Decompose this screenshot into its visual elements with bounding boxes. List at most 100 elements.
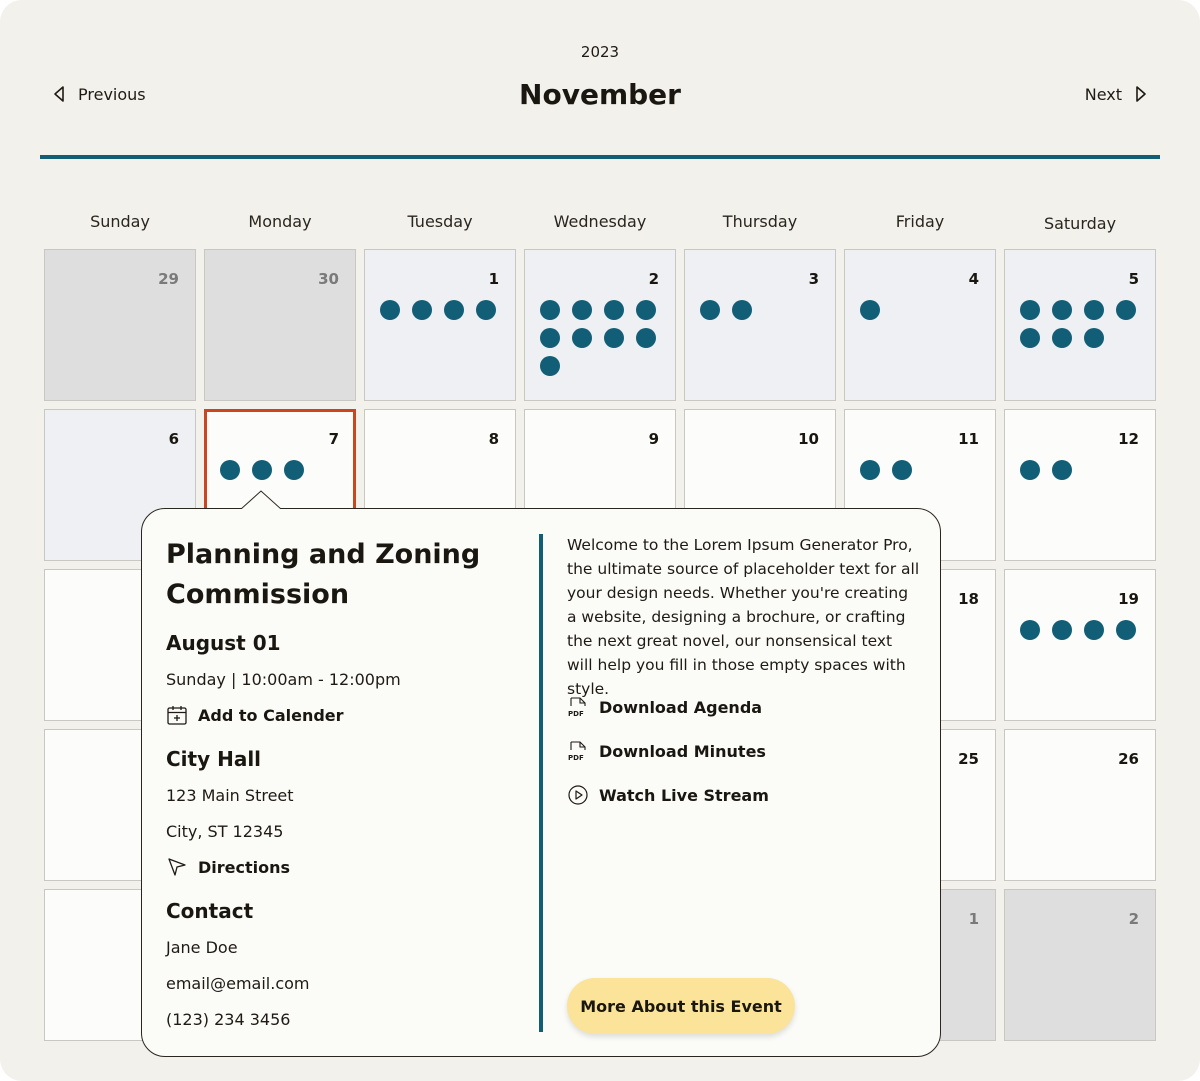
day-cell[interactable]: 3 — [684, 249, 836, 401]
day-number: 7 — [328, 430, 339, 448]
event-dot[interactable] — [220, 460, 240, 480]
event-dot[interactable] — [1084, 328, 1104, 348]
event-dot[interactable] — [700, 300, 720, 320]
day-cell[interactable]: 12 — [1004, 409, 1156, 561]
day-cell[interactable]: 19 — [1004, 569, 1156, 721]
contact-name: Jane Doe — [166, 938, 238, 957]
day-cell[interactable]: 2 — [1004, 889, 1156, 1041]
event-dot[interactable] — [572, 328, 592, 348]
directions-link[interactable]: Directions — [166, 856, 290, 878]
event-dot[interactable] — [284, 460, 304, 480]
event-dot[interactable] — [1052, 300, 1072, 320]
event-dots — [540, 300, 670, 376]
add-to-calendar-label: Add to Calender — [198, 705, 344, 725]
event-dot[interactable] — [636, 328, 656, 348]
day-number: 19 — [1118, 590, 1139, 608]
event-dot[interactable] — [860, 300, 880, 320]
download-agenda-link[interactable]: PDF Download Agenda — [567, 696, 762, 718]
event-dots — [1020, 300, 1150, 348]
event-title: Planning and Zoning Commission — [166, 539, 481, 610]
chevron-left-icon — [54, 86, 64, 102]
event-dot[interactable] — [1084, 620, 1104, 640]
event-dot[interactable] — [540, 328, 560, 348]
event-dot[interactable] — [1052, 460, 1072, 480]
event-dot[interactable] — [1020, 300, 1040, 320]
next-month-button[interactable]: Next — [1085, 83, 1148, 105]
contact-email: email@email.com — [166, 974, 310, 993]
event-date: August 01 — [166, 631, 281, 655]
day-number: 18 — [958, 590, 979, 608]
event-dot[interactable] — [380, 300, 400, 320]
pdf-file-icon: PDF — [568, 697, 586, 718]
event-dot[interactable] — [1052, 620, 1072, 640]
event-dot[interactable] — [252, 460, 272, 480]
event-dot[interactable] — [636, 300, 656, 320]
day-cell[interactable]: 2 — [524, 249, 676, 401]
event-dot[interactable] — [1052, 328, 1072, 348]
download-agenda-label: Download Agenda — [599, 697, 763, 717]
event-dot[interactable] — [1116, 620, 1136, 640]
weekday-saturday: Saturday — [1043, 214, 1117, 233]
event-dot[interactable] — [1020, 328, 1040, 348]
event-time: Sunday | 10:00am - 12:00pm — [166, 670, 401, 689]
day-number: 2 — [648, 270, 659, 288]
chevron-right-icon — [1136, 86, 1146, 102]
month-title: November — [519, 78, 681, 111]
day-cell[interactable]: 30 — [204, 249, 356, 401]
download-minutes-link[interactable]: PDF Download Minutes — [567, 740, 766, 762]
event-dots — [380, 300, 510, 320]
day-number: 1 — [488, 270, 499, 288]
day-number: 30 — [318, 270, 339, 288]
event-dot[interactable] — [892, 460, 912, 480]
more-about-event-button[interactable]: More About this Event — [567, 978, 795, 1034]
day-cell[interactable]: 26 — [1004, 729, 1156, 881]
event-dot[interactable] — [444, 300, 464, 320]
day-cell[interactable]: 1 — [364, 249, 516, 401]
day-number: 6 — [168, 430, 179, 448]
download-minutes-label: Download Minutes — [599, 741, 766, 761]
event-dot[interactable] — [572, 300, 592, 320]
event-dot[interactable] — [412, 300, 432, 320]
day-number: 11 — [958, 430, 979, 448]
add-to-calendar-link[interactable]: Add to Calender — [166, 704, 344, 726]
day-number: 29 — [158, 270, 179, 288]
directions-label: Directions — [198, 857, 291, 877]
play-circle-icon — [568, 785, 588, 805]
event-dot[interactable] — [540, 356, 560, 376]
event-dot[interactable] — [540, 300, 560, 320]
next-label: Next — [1084, 84, 1122, 104]
day-cell[interactable]: 29 — [44, 249, 196, 401]
event-dot[interactable] — [732, 300, 752, 320]
day-number: 26 — [1118, 750, 1139, 768]
address-line-1: 123 Main Street — [166, 786, 294, 805]
event-dot[interactable] — [1116, 300, 1136, 320]
event-dot[interactable] — [604, 300, 624, 320]
weekday-friday: Friday — [895, 212, 945, 231]
watch-live-stream-label: Watch Live Stream — [599, 785, 769, 805]
event-dot[interactable] — [1084, 300, 1104, 320]
weekday-tuesday: Tuesday — [407, 212, 473, 231]
day-number: 10 — [798, 430, 819, 448]
watch-live-stream-link[interactable]: Watch Live Stream — [567, 784, 769, 806]
weekday-monday: Monday — [248, 212, 312, 231]
weekday-thursday: Thursday — [722, 212, 798, 231]
contact-phone: (123) 234 3456 — [166, 1010, 291, 1029]
event-dots — [1020, 620, 1150, 640]
event-dot[interactable] — [604, 328, 624, 348]
event-description: Welcome to the Lorem Ipsum Generator Pro… — [567, 536, 920, 698]
event-dot[interactable] — [1020, 620, 1040, 640]
day-number: 2 — [1128, 910, 1139, 928]
day-number: 4 — [968, 270, 979, 288]
calendar-add-icon — [167, 706, 187, 725]
day-number: 3 — [808, 270, 819, 288]
previous-month-button[interactable]: Previous — [52, 83, 146, 105]
cursor-arrow-icon — [168, 858, 186, 876]
event-dots — [700, 300, 830, 320]
event-dot[interactable] — [476, 300, 496, 320]
event-dot[interactable] — [1020, 460, 1040, 480]
day-cell[interactable]: 4 — [844, 249, 996, 401]
day-cell[interactable]: 5 — [1004, 249, 1156, 401]
weekday-sunday: Sunday — [90, 212, 150, 231]
event-popover: Planning and Zoning Commission August 01… — [141, 508, 941, 1057]
event-dot[interactable] — [860, 460, 880, 480]
